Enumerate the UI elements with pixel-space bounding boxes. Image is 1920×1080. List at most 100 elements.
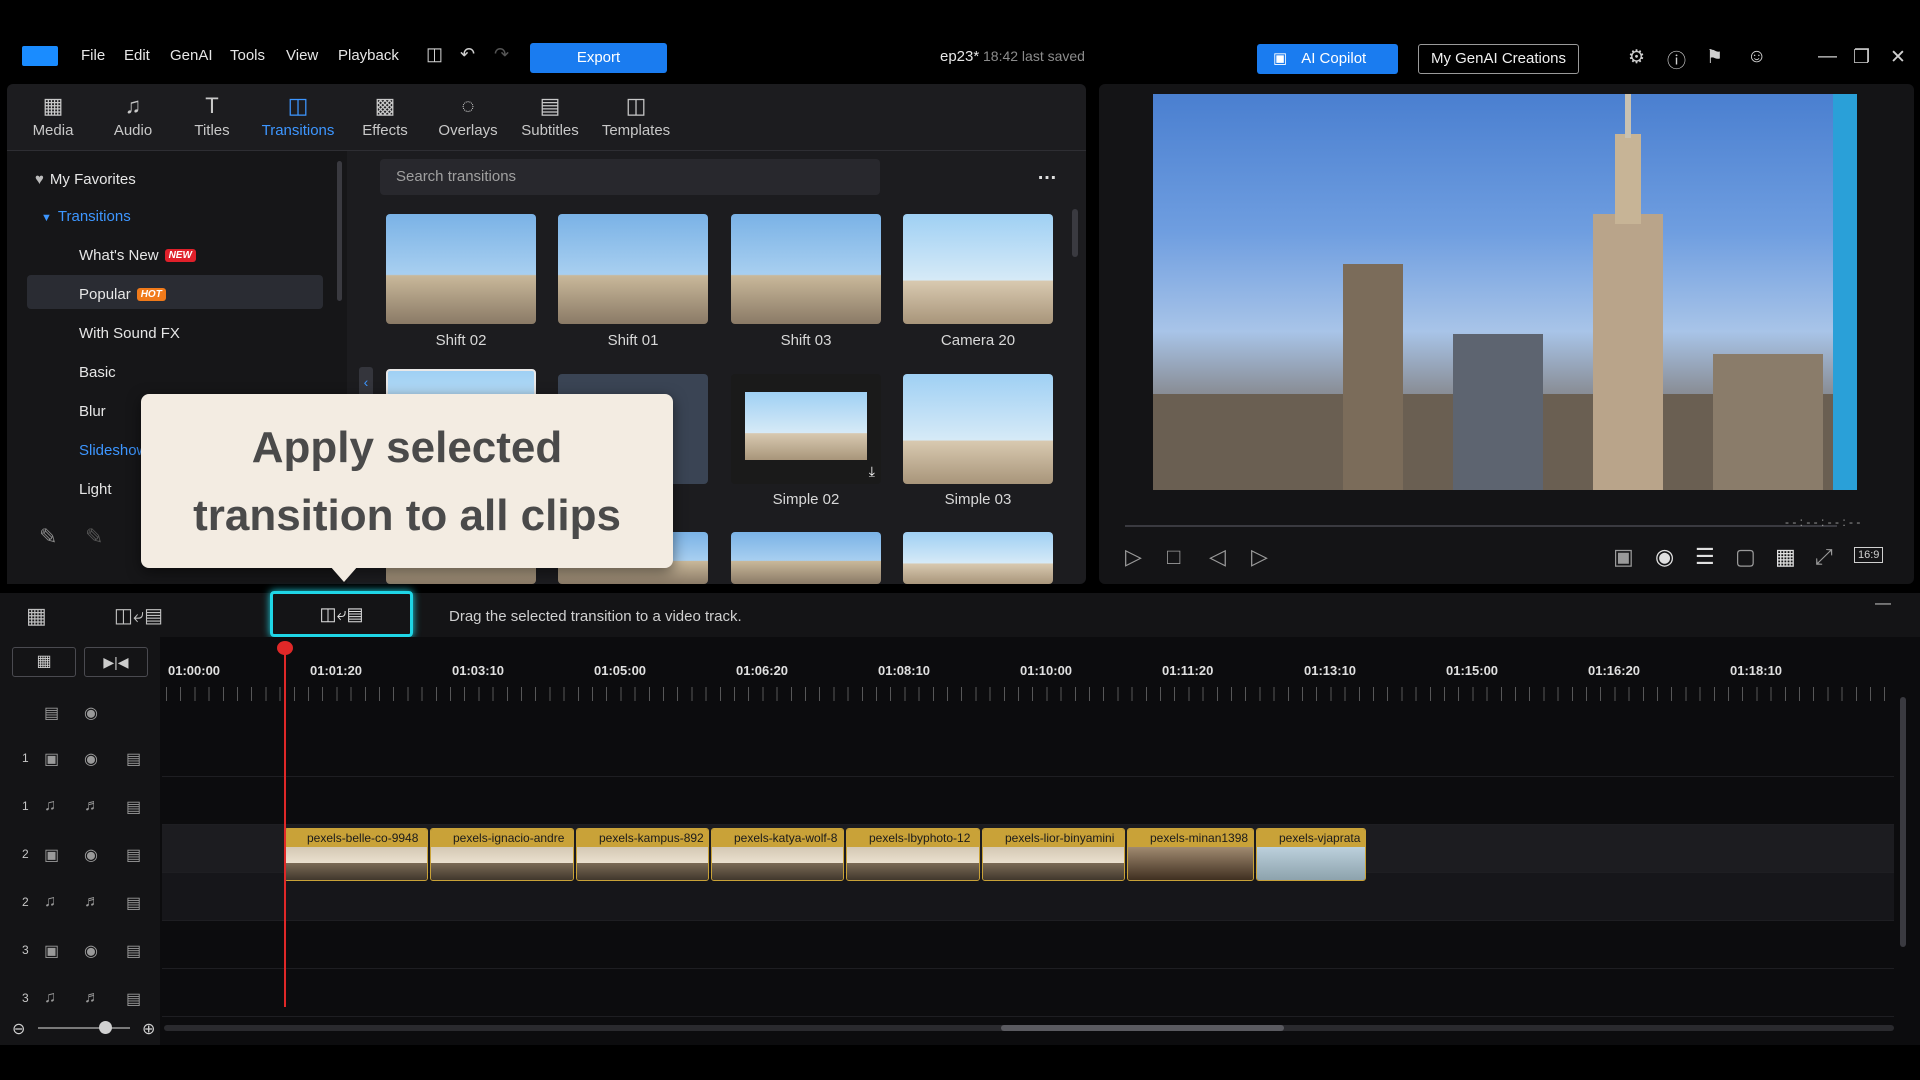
speaker-icon[interactable]: ♬ — [84, 893, 100, 911]
redo-icon[interactable]: ↷ — [494, 44, 509, 65]
tree-item-basic[interactable]: Basic — [79, 364, 116, 381]
transition-thumb-shift-02[interactable] — [386, 214, 536, 324]
collapse-icon[interactable]: — — [1875, 595, 1891, 613]
stop-icon[interactable]: □ — [1167, 544, 1180, 570]
menu-genai[interactable]: GenAI — [170, 47, 213, 64]
snapshot-icon[interactable]: ▣ — [1613, 544, 1634, 570]
track-row-video-1[interactable] — [162, 729, 1894, 777]
transition-thumb-simple-03[interactable] — [903, 374, 1053, 484]
close-icon[interactable]: ✕ — [1890, 46, 1906, 69]
tree-item-with-sound-fx[interactable]: With Sound FX — [79, 325, 180, 342]
lock-icon[interactable]: ▤ — [126, 893, 141, 913]
export-button[interactable]: Export — [530, 43, 667, 73]
tree-item-light[interactable]: Light — [79, 481, 112, 498]
help-icon[interactable]: ⓘ — [1667, 46, 1686, 73]
notification-icon[interactable]: ⚑ — [1706, 46, 1723, 69]
playhead[interactable] — [284, 645, 286, 1007]
track-manager-button[interactable]: ▦ — [12, 647, 76, 677]
tab-audio[interactable]: ♫ Audio — [97, 84, 169, 146]
tab-titles[interactable]: T Titles — [176, 84, 248, 146]
tab-media[interactable]: ▦ Media — [17, 84, 89, 146]
lock-icon[interactable]: ▤ — [126, 941, 141, 961]
lock-icon[interactable]: ▤ — [126, 989, 141, 1009]
video-clip[interactable]: pexels-vjaprata — [1256, 828, 1366, 881]
lock-icon[interactable]: ▤ — [126, 845, 141, 865]
transition-thumb[interactable] — [731, 532, 881, 584]
next-frame-icon[interactable]: ▷ — [1251, 544, 1268, 570]
menu-edit[interactable]: Edit — [124, 47, 150, 64]
layout-icon[interactable]: ▦ — [1775, 544, 1796, 570]
menu-playback[interactable]: Playback — [338, 47, 399, 64]
search-transitions-input[interactable]: Search transitions — [380, 159, 880, 195]
eye-icon[interactable]: ◉ — [84, 845, 98, 865]
transition-thumb[interactable] — [903, 532, 1053, 584]
restore-icon[interactable]: ❐ — [1853, 46, 1870, 69]
fit-timeline-button[interactable]: ▶|◀ — [84, 647, 148, 677]
menu-tools[interactable]: Tools — [230, 47, 265, 64]
thumb-scrollbar[interactable] — [1072, 209, 1078, 257]
tree-item-slideshow[interactable]: Slideshow — [79, 442, 147, 459]
scroll-left-button[interactable]: ‹ — [359, 367, 373, 397]
video-clip[interactable]: pexels-lbyphoto-12 — [846, 828, 980, 881]
track-row-audio-3[interactable] — [162, 969, 1894, 1017]
add-favorite-icon[interactable]: ✎ — [39, 524, 57, 550]
tree-item-whats-new[interactable]: What's New NEW — [79, 247, 196, 264]
transition-thumb-shift-03[interactable] — [731, 214, 881, 324]
video-clip[interactable]: pexels-kampus-892 — [576, 828, 709, 881]
settings-icon[interactable]: ⚙ — [1628, 46, 1645, 69]
zoom-slider-handle[interactable] — [99, 1021, 112, 1034]
tab-transitions[interactable]: ◫ Transitions — [253, 84, 343, 146]
timeline-vscrollbar[interactable] — [1900, 697, 1906, 947]
zoom-in-icon[interactable]: ⊕ — [142, 1019, 155, 1039]
video-clip[interactable]: pexels-minan1398 — [1127, 828, 1254, 881]
lock-icon[interactable]: ▤ — [126, 749, 141, 769]
ai-copilot-button[interactable]: ▣ AI Copilot — [1257, 44, 1398, 74]
more-options-icon[interactable]: … — [1037, 162, 1057, 185]
eye-icon[interactable]: ◉ — [84, 941, 98, 961]
my-genai-creations-button[interactable]: My GenAI Creations — [1418, 44, 1579, 74]
minimize-icon[interactable]: — — [1818, 46, 1837, 68]
ruler-ticks[interactable] — [166, 687, 1892, 701]
transition-thumb-camera-20[interactable] — [903, 214, 1053, 324]
playback-mode-icon[interactable]: ◉ — [1655, 544, 1674, 570]
tree-item-blur[interactable]: Blur — [79, 403, 106, 420]
track-row-video-3[interactable] — [162, 921, 1894, 969]
speaker-icon[interactable]: ♬ — [84, 797, 100, 815]
zoom-fit-icon[interactable]: ▢ — [1735, 544, 1756, 570]
tree-item-my-favorites[interactable]: ♥ My Favorites — [35, 171, 136, 188]
menu-view[interactable]: View — [286, 47, 318, 64]
apply-to-all-clips-button[interactable]: ◫⤶▤ — [270, 591, 413, 637]
apply-to-selected-icon[interactable]: ◫⤶▤ — [114, 603, 163, 628]
timeline-hscroll-thumb[interactable] — [1001, 1025, 1284, 1031]
tab-subtitles[interactable]: ▤ Subtitles — [509, 84, 591, 146]
undo-icon[interactable]: ↶ — [460, 44, 475, 65]
tree-item-transitions[interactable]: ▼ Transitions — [41, 208, 131, 225]
speaker-icon[interactable]: ♬ — [84, 989, 100, 1007]
play-icon[interactable]: ▷ — [1125, 544, 1142, 570]
save-icon[interactable]: ◫ — [426, 44, 443, 65]
video-clip[interactable]: pexels-lior-binyamini — [982, 828, 1125, 881]
aspect-ratio-button[interactable]: 16:9 — [1854, 547, 1884, 563]
list-icon[interactable]: ☰ — [1695, 544, 1715, 570]
playhead-handle[interactable] — [277, 641, 293, 655]
track-row-audio-1[interactable] — [162, 777, 1894, 825]
zoom-slider[interactable] — [38, 1027, 130, 1029]
timeline-settings-icon[interactable]: ▦ — [26, 603, 47, 629]
account-icon[interactable]: ☺ — [1747, 46, 1766, 68]
preview-progress-track[interactable] — [1125, 525, 1837, 527]
tab-templates[interactable]: ◫ Templates — [593, 84, 679, 146]
eye-icon[interactable]: ◉ — [84, 703, 98, 723]
tab-overlays[interactable]: ◌ Overlays — [427, 84, 509, 146]
tab-effects[interactable]: ▩ Effects — [349, 84, 421, 146]
video-clip[interactable]: pexels-ignacio-andre — [430, 828, 574, 881]
tree-scrollbar[interactable] — [337, 161, 342, 301]
zoom-out-icon[interactable]: ⊖ — [12, 1019, 25, 1039]
eye-icon[interactable]: ◉ — [84, 749, 98, 769]
transition-thumb-shift-01[interactable] — [558, 214, 708, 324]
previous-frame-icon[interactable]: ◁ — [1209, 544, 1226, 570]
tree-item-popular[interactable]: Popular HOT — [79, 286, 166, 303]
lock-icon[interactable]: ▤ — [126, 797, 141, 817]
video-clip[interactable]: pexels-belle-co-9948 — [284, 828, 428, 881]
remove-favorite-icon[interactable]: ✎ — [85, 524, 103, 550]
video-clip[interactable]: pexels-katya-wolf-8 — [711, 828, 844, 881]
